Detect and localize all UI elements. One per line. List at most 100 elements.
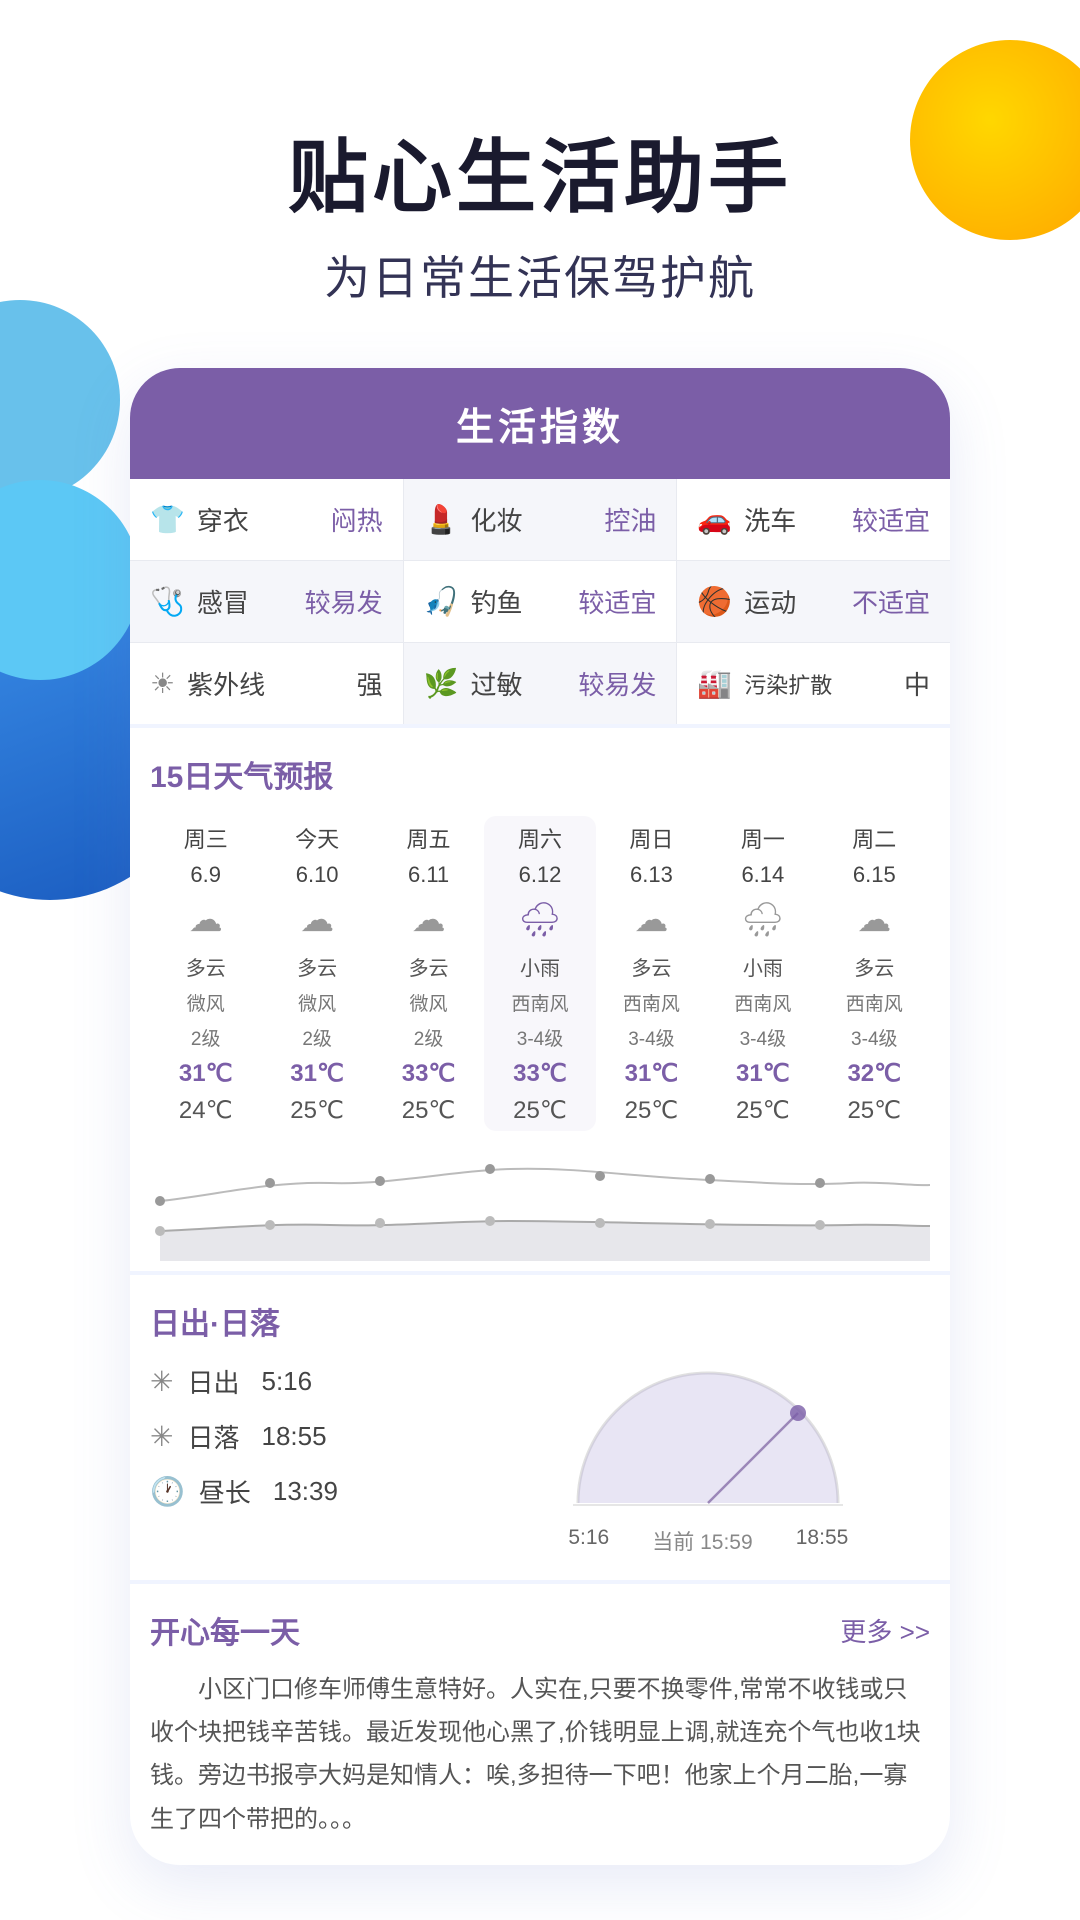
cold-value: 较易发 [305, 583, 383, 620]
wlevel-5: 3-4级 [740, 1024, 786, 1051]
wday-5: 周一 [741, 822, 785, 854]
life-index-header: 生活指数 [130, 368, 950, 479]
whigh-2: 33℃ [402, 1059, 456, 1088]
wicon-5: 🌧 [741, 900, 784, 940]
wicon-0: ☁ [189, 900, 223, 940]
sunrise-value: 5:16 [261, 1366, 312, 1397]
weather-col-3: 周六 6.12 🌧 小雨 西南风 3-4级 33℃ 25℃ [484, 816, 595, 1131]
wwind-2: 微风 [410, 989, 448, 1016]
weather-columns: 周三 6.9 ☁ 多云 微风 2级 31℃ 24℃ 今天 6.10 ☁ 多云 微… [150, 816, 930, 1131]
wwind-5: 西南风 [734, 989, 791, 1016]
wdate-3: 6.12 [519, 862, 562, 888]
allergy-label: 过敏 [471, 665, 523, 702]
life-index-cell-uv: ☀ 紫外线 强 [130, 643, 403, 724]
life-index-title: 生活指数 [130, 396, 950, 451]
duration-row: 🕐 昼长 13:39 [150, 1473, 467, 1510]
clothes-icon: 👕 [150, 503, 185, 536]
duration-label: 昼长 [199, 1473, 251, 1510]
sunset-value: 18:55 [261, 1421, 326, 1452]
sunset-label: 日落 [187, 1418, 239, 1455]
wwind-6: 西南风 [846, 989, 903, 1016]
wday-2: 周五 [407, 822, 451, 854]
wday-1: 今天 [295, 822, 339, 854]
carwash-value: 较适宜 [852, 501, 930, 538]
joy-more[interactable]: 更多 >> [840, 1612, 930, 1649]
wdesc-3: 小雨 [520, 952, 560, 981]
wwind-3: 西南风 [511, 989, 568, 1016]
uv-icon: ☀ [150, 667, 175, 700]
duration-value: 13:39 [273, 1476, 338, 1507]
sunrise-label: 日出 [187, 1363, 239, 1400]
wlevel-3: 3-4级 [517, 1024, 563, 1051]
allergy-value: 较易发 [578, 665, 656, 702]
whigh-3: 33℃ [513, 1059, 567, 1088]
whigh-0: 31℃ [179, 1059, 233, 1088]
sport-icon: 🏀 [697, 585, 732, 618]
wdate-6: 6.15 [853, 862, 896, 888]
wwind-4: 西南风 [623, 989, 680, 1016]
weather-col-4: 周日 6.13 ☁ 多云 西南风 3-4级 31℃ 25℃ [596, 816, 707, 1131]
wdate-5: 6.14 [741, 862, 784, 888]
sport-value: 不适宜 [852, 583, 930, 620]
cold-icon: 🩺 [150, 585, 185, 618]
makeup-value: 控油 [604, 501, 656, 538]
hero-section: 贴心生活助手 为日常生活保驾护航 [0, 0, 1080, 368]
wwind-0: 微风 [187, 989, 225, 1016]
joy-section: 开心每一天 更多 >> 小区门口修车师傅生意特好。人实在,只要不换零件,常常不收… [130, 1584, 950, 1865]
life-index-cell-fishing: 🎣 钓鱼 较适宜 [404, 561, 677, 642]
temp-chart [150, 1141, 930, 1261]
wicon-4: ☁ [634, 900, 668, 940]
wdate-1: 6.10 [296, 862, 339, 888]
wlevel-4: 3-4级 [628, 1024, 674, 1051]
sunrise-info: ✳ 日出 5:16 ✳ 日落 18:55 🕐 昼长 13:39 [150, 1363, 467, 1528]
wlevel-0: 2级 [191, 1024, 221, 1051]
time-end: 18:55 [796, 1526, 849, 1556]
hero-title: 贴心生活助手 [0, 130, 1080, 226]
weather-col-5: 周一 6.14 🌧 小雨 西南风 3-4级 31℃ 25℃ [707, 816, 818, 1131]
temp-chart-svg [150, 1141, 930, 1261]
sunrise-row: ✳ 日出 5:16 [150, 1363, 467, 1400]
wday-0: 周三 [184, 822, 228, 854]
makeup-icon: 💄 [424, 503, 459, 536]
life-index-cell-makeup: 💄 化妆 控油 [404, 479, 677, 560]
sport-label: 运动 [744, 583, 796, 620]
sunrise-icon: ✳ [150, 1365, 173, 1398]
wwind-1: 微风 [298, 989, 336, 1016]
sunrise-title: 日出·日落 [150, 1299, 930, 1343]
phone-card: 生活指数 👕 穿衣 闷热 💄 化妆 控油 🚗 洗车 较适宜 🩺 [130, 368, 950, 1865]
joy-text: 小区门口修车师傅生意特好。人实在,只要不换零件,常常不收钱或只收个块把钱辛苦钱。… [150, 1668, 930, 1841]
wlow-5: 25℃ [736, 1096, 790, 1125]
wdesc-6: 多云 [854, 952, 894, 981]
sunrise-section: 日出·日落 ✳ 日出 5:16 ✳ 日落 18:55 🕐 昼长 [130, 1275, 950, 1580]
fishing-value: 较适宜 [578, 583, 656, 620]
wdesc-2: 多云 [409, 952, 449, 981]
wdesc-5: 小雨 [743, 952, 783, 981]
high-temp-line [160, 1169, 930, 1201]
allergy-icon: 🌿 [424, 667, 459, 700]
life-index-cell-sport: 🏀 运动 不适宜 [677, 561, 950, 642]
forecast-title: 15日天气预报 [150, 752, 930, 796]
wicon-3: 🌧 [518, 900, 561, 940]
wlow-4: 25℃ [625, 1096, 679, 1125]
wicon-6: ☁ [857, 900, 891, 940]
wdesc-4: 多云 [631, 952, 671, 981]
wlow-1: 25℃ [290, 1096, 344, 1125]
wdate-2: 6.11 [408, 862, 449, 888]
wlevel-1: 2级 [302, 1024, 332, 1051]
life-index-cell-cold: 🩺 感冒 较易发 [130, 561, 403, 642]
whigh-4: 31℃ [625, 1059, 679, 1088]
life-index-cell-pollution: 🏭 污染扩散 中 [677, 643, 950, 724]
weather-col-1: 今天 6.10 ☁ 多云 微风 2级 31℃ 25℃ [261, 816, 372, 1131]
pollution-label: 污染扩散 [744, 668, 832, 700]
whigh-5: 31℃ [736, 1059, 790, 1088]
forecast-section: 15日天气预报 周三 6.9 ☁ 多云 微风 2级 31℃ 24℃ 今天 6.1… [130, 728, 950, 1271]
wicon-1: ☁ [300, 900, 334, 940]
weather-col-2: 周五 6.11 ☁ 多云 微风 2级 33℃ 25℃ [373, 816, 484, 1131]
uv-label: 紫外线 [187, 665, 265, 702]
wday-3: 周六 [518, 822, 562, 854]
fishing-icon: 🎣 [424, 585, 459, 618]
clothes-value: 闷热 [331, 501, 383, 538]
carwash-label: 洗车 [744, 501, 796, 538]
fishing-label: 钓鱼 [471, 583, 523, 620]
life-index-cell-allergy: 🌿 过敏 较易发 [404, 643, 677, 724]
